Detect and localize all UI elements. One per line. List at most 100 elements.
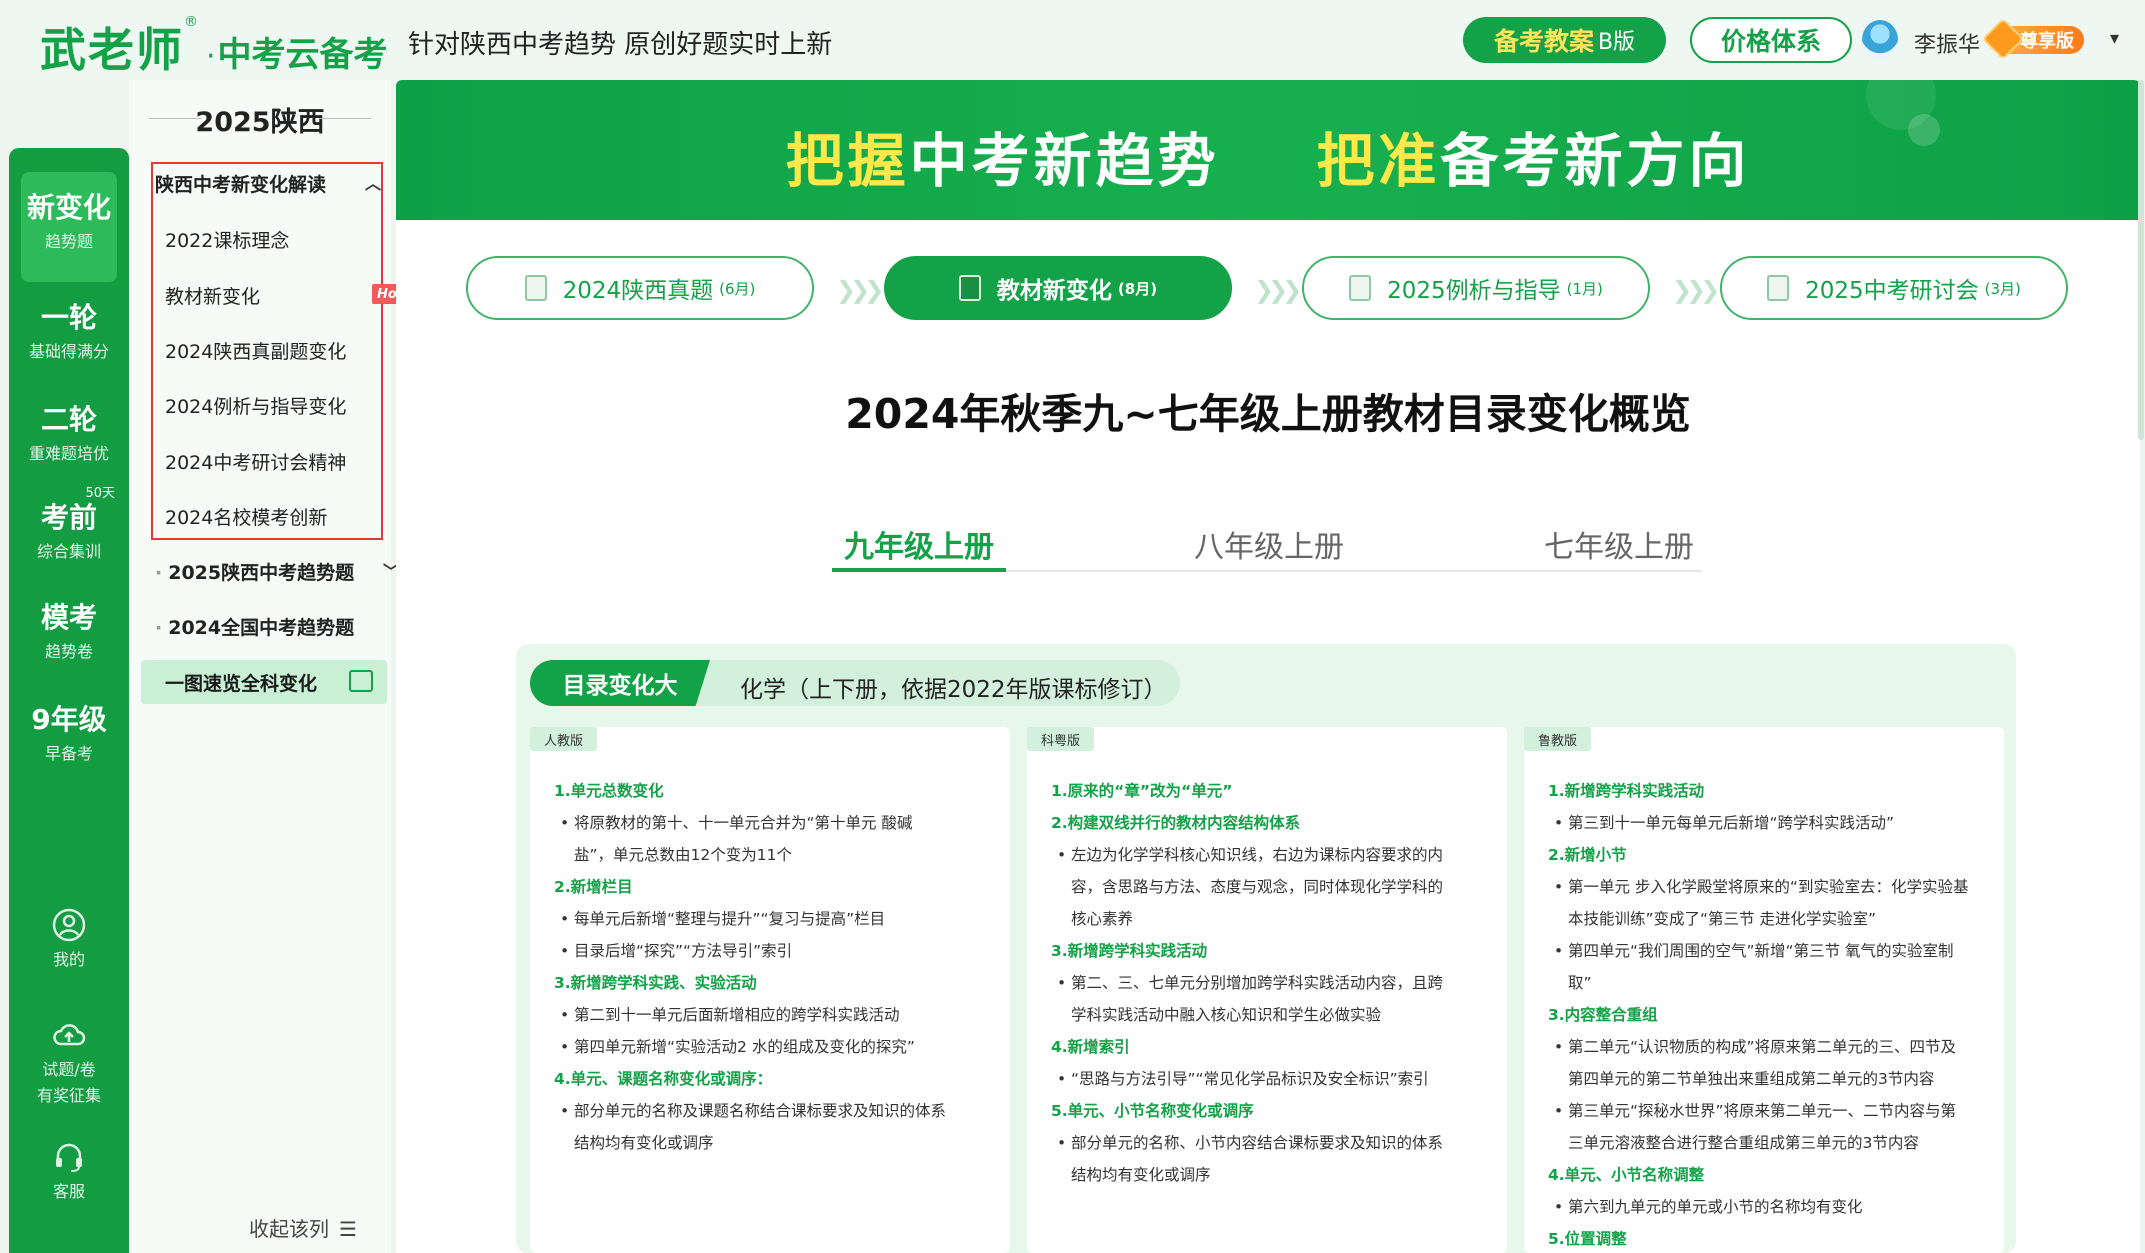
tab-grade-7[interactable]: 七年级上册 xyxy=(1532,510,1706,572)
document-icon xyxy=(1349,275,1372,301)
overview-button[interactable]: 一图速览全科变化 xyxy=(141,660,387,704)
rail-item-round-one[interactable]: 一轮 基础得满分 xyxy=(9,296,129,362)
bullet: · xyxy=(155,617,163,639)
rail-item-service[interactable]: 客服 xyxy=(9,1140,129,1202)
plan-button[interactable]: 备考教案 B版 xyxy=(1463,17,1666,63)
rail-item-title: 二轮 xyxy=(40,403,97,436)
section-heading: 1.新增跨学科实践活动 xyxy=(1548,782,1705,800)
card-body: 1.单元总数变化将原教材的第十、十一单元合并为“第十单元 酸碱盐”，单元总数由1… xyxy=(554,775,994,1159)
chevron-down-icon[interactable]: ▾ xyxy=(2110,28,2119,49)
page-title: 2024年秋季九~七年级上册教材目录变化概览 xyxy=(845,390,1691,438)
step-2025-analysis[interactable]: 2025例析与指导 (1月) xyxy=(1302,256,1650,320)
subnav-item-analysis[interactable]: 2024例析与指导变化 xyxy=(165,392,346,419)
section-heading: 1.单元总数变化 xyxy=(554,782,664,800)
edition-card: 人教版 1.单元总数变化将原教材的第十、十一单元合并为“第十单元 酸碱盐”，单元… xyxy=(530,727,1010,1253)
list-item: 部分单元的名称及课题名称结合课标要求及知识的体系 xyxy=(554,1095,994,1127)
rail-item-label: 试题/卷 xyxy=(42,1060,96,1079)
left-rail: 新变化 趋势题 一轮 基础得满分 二轮 重难题培优 50天 考前 综合集训 模考… xyxy=(9,148,129,1253)
subnav-item-standard[interactable]: 2022课标理念 xyxy=(165,226,289,253)
subnav-item-label: 教材新变化 xyxy=(165,286,261,308)
collapse-button[interactable]: 收起该列 ☰ xyxy=(249,1213,357,1242)
grade-tabs: 九年级上册 八年级上册 七年级上册 xyxy=(832,510,1702,572)
section-heading: 2.构建双线并行的教材内容结构体系 xyxy=(1051,814,1301,832)
list-item-continued: 盐”，单元总数由12个变为11个 xyxy=(574,846,792,864)
rail-item-round-two[interactable]: 二轮 重难题培优 xyxy=(9,398,129,464)
subnav-item-seminar[interactable]: 2024中考研讨会精神 xyxy=(165,448,346,475)
hero-highlight: 把准 xyxy=(1316,127,1441,195)
list-item-continued: 核心素养 xyxy=(1071,910,1134,928)
rail-item-subtitle: 趋势题 xyxy=(44,232,93,251)
list-item: 每单元后新增“整理与提升”“复习与提高”栏目 xyxy=(554,903,994,935)
user-name[interactable]: 李振华 xyxy=(1914,27,1980,59)
subnav-item-real-exam[interactable]: 2024陕西真副题变化 xyxy=(165,337,346,364)
list-item: 第三到十一单元每单元后新增“跨学科实践活动” xyxy=(1548,807,1988,839)
step-month: (1月) xyxy=(1566,279,1603,298)
subnav-item-mock[interactable]: 2024名校模考创新 xyxy=(165,503,327,530)
step-textbook-changes[interactable]: 教材新变化 (8月) xyxy=(884,256,1232,320)
list-item-continued: 结构均有变化或调序 xyxy=(1071,1166,1211,1184)
subnav-group-national[interactable]: · 2024全国中考趋势题 xyxy=(155,613,354,640)
card-body: 1.原来的“章”改为“单元” 2.构建双线并行的教材内容结构体系左边为化学学科核心… xyxy=(1051,775,1491,1191)
hero-text-1: 中考新趋势 xyxy=(909,127,1220,195)
step-month: (3月) xyxy=(1984,279,2021,298)
logo[interactable]: 武老师 ® · 中考云备考 xyxy=(40,14,388,80)
rail-item-submit[interactable]: 试题/卷 有奖征集 xyxy=(9,1018,129,1106)
card-body: 1.新增跨学科实践活动第三到十一单元每单元后新增“跨学科实践活动” 2.新增小节第… xyxy=(1548,775,1988,1253)
rail-item-pre-exam[interactable]: 50天 考前 综合集训 xyxy=(9,486,129,562)
pill-subject: 化学（上下册，依据2022年版课标修订） xyxy=(740,677,1167,703)
section-heading: 5.位置调整 xyxy=(1548,1230,1627,1248)
chevron-right-icon: ❯❯❯ xyxy=(1672,276,1720,304)
rail-item-subtitle: 基础得满分 xyxy=(28,342,109,361)
hero-banner: 把握中考新趋势 把准备考新方向 xyxy=(396,60,2140,220)
subnav-item-textbook[interactable]: 教材新变化 Hot xyxy=(165,282,408,309)
hero-highlight: 把握 xyxy=(785,127,910,195)
rail-item-label-2: 有奖征集 xyxy=(36,1086,101,1105)
pill-tag: 目录变化大 xyxy=(530,660,710,706)
step-2025-seminar[interactable]: 2025中考研讨会 (3月) xyxy=(1720,256,2068,320)
tab-grade-9[interactable]: 九年级上册 xyxy=(832,510,1006,572)
rail-item-grade-nine[interactable]: 9年级 早备考 xyxy=(9,698,129,764)
rail-item-title: 模考 xyxy=(40,601,97,634)
list-item: 第四单元新增“实验活动2 水的组成及变化的探究” xyxy=(554,1031,994,1063)
step-label: 教材新变化 xyxy=(996,278,1112,304)
step-2024-real-exam[interactable]: 2024陕西真题 (6月) xyxy=(466,256,814,320)
list-item-continued: 结构均有变化或调序 xyxy=(574,1134,714,1152)
subnav-group-trend[interactable]: · 2025陕西中考趋势题 ﹀ xyxy=(155,558,405,585)
step-label: 2025中考研讨会 xyxy=(1805,278,1979,304)
tab-grade-8[interactable]: 八年级上册 xyxy=(1182,510,1356,572)
rail-item-subtitle: 早备考 xyxy=(44,744,93,763)
logo-registered-mark: ® xyxy=(184,14,198,30)
list-item-continued: 取” xyxy=(1568,974,1592,992)
rail-item-title: 一轮 xyxy=(40,301,97,334)
list-item: “思路与方法引导”“常见化学品标识及安全标识”索引 xyxy=(1051,1063,1491,1095)
document-icon xyxy=(958,275,981,301)
logo-dot: · xyxy=(206,39,216,74)
edition-tag: 人教版 xyxy=(530,727,598,751)
slogan: 针对陕西中考趋势 原创好题实时上新 xyxy=(408,30,833,60)
step-label: 2025例析与指导 xyxy=(1387,278,1561,304)
section-heading: 4.新增索引 xyxy=(1051,1038,1130,1056)
subnav-group-label: 2024全国中考趋势题 xyxy=(168,617,355,639)
rail-item-title: 考前 xyxy=(40,501,97,534)
avatar[interactable] xyxy=(1862,20,1898,60)
rail-item-mine[interactable]: 我的 xyxy=(9,908,129,970)
rail-item-mock-exam[interactable]: 模考 趋势卷 xyxy=(9,596,129,662)
subnav-group-label: 2025陕西中考趋势题 xyxy=(168,562,355,584)
subject-pill: 目录变化大 化学（上下册，依据2022年版课标修订） xyxy=(530,660,1180,706)
list-item: 第四单元“我们周围的空气”新增“第三节 氧气的实验室制 xyxy=(1548,935,1988,967)
rail-item-label: 客服 xyxy=(52,1182,85,1201)
scrollbar[interactable] xyxy=(2138,80,2144,440)
rail-item-new-changes[interactable]: 新变化 趋势题 xyxy=(21,172,117,282)
list-item: 第二到十一单元后面新增相应的跨学科实践活动 xyxy=(554,999,994,1031)
rail-item-label: 我的 xyxy=(52,950,85,969)
section-heading: 4.单元、小节名称调整 xyxy=(1548,1166,1705,1184)
list-item: 第一单元 步入化学殿堂将原来的“到实验室去：化学实验基 xyxy=(1548,871,1988,903)
subnav-group-changes[interactable]: 陕西中考新变化解读 ︿ xyxy=(155,170,381,197)
price-button[interactable]: 价格体系 xyxy=(1690,17,1852,63)
diamond-icon xyxy=(1981,17,2025,61)
step-month: (8月) xyxy=(1117,279,1158,298)
section-heading: 1.原来的“章”改为“单元” xyxy=(1051,782,1233,800)
content-area: 目录变化大 化学（上下册，依据2022年版课标修订） 人教版 1.单元总数变化将… xyxy=(516,644,2016,1253)
top-bar: 武老师 ® · 中考云备考 针对陕西中考趋势 原创好题实时上新 备考教案 B版 … xyxy=(0,0,2145,80)
document-icon xyxy=(1767,275,1790,301)
